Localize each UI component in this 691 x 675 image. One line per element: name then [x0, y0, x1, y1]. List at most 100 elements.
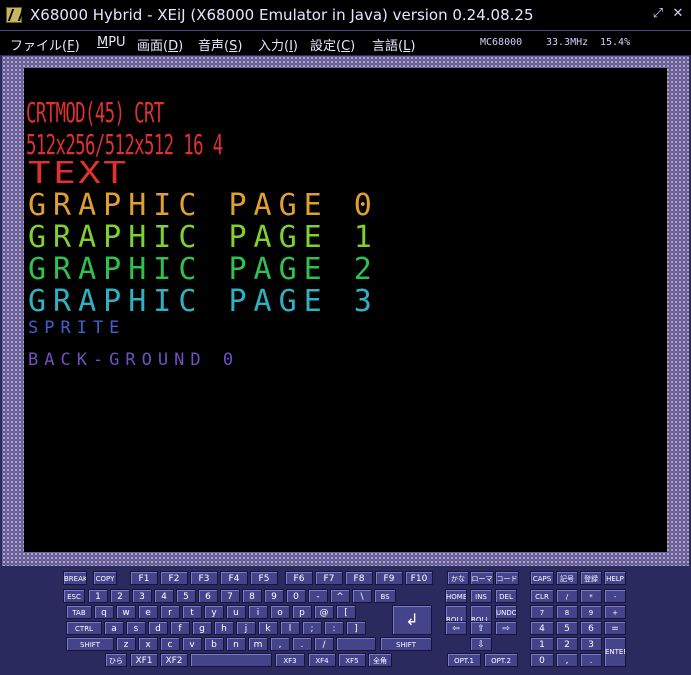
- key-break[interactable]: BREAK: [63, 571, 87, 585]
- key-f1[interactable]: F1: [130, 571, 158, 585]
- key-6[interactable]: 6: [198, 589, 218, 603]
- key-2[interactable]: 2: [556, 637, 578, 651]
- key-f9[interactable]: F9: [375, 571, 403, 585]
- key-symbol[interactable]: [: [336, 605, 356, 619]
- key-q[interactable]: q: [94, 605, 114, 619]
- key-clr[interactable]: CLR: [530, 589, 554, 603]
- emulator-screen[interactable]: CRTMOD(45) CRT 512x256/512x512 16 4 TEXT…: [24, 68, 667, 552]
- key-symbol[interactable]: かな: [447, 571, 469, 585]
- key-symbol[interactable]: ⇦: [445, 621, 467, 635]
- key-9[interactable]: 9: [264, 589, 284, 603]
- menu-input[interactable]: 入力(I): [258, 35, 298, 54]
- key-symbol[interactable]: \: [352, 589, 372, 603]
- key-s[interactable]: s: [126, 621, 146, 635]
- close-icon[interactable]: ✕: [670, 6, 686, 22]
- key-symbol[interactable]: /: [314, 637, 334, 651]
- key-symbol[interactable]: ローマ: [470, 571, 494, 585]
- key-j[interactable]: j: [236, 621, 256, 635]
- key-xf4[interactable]: XF4: [308, 653, 336, 667]
- key-symbol[interactable]: 記号: [556, 571, 578, 585]
- key-1[interactable]: 1: [88, 589, 108, 603]
- key-shift[interactable]: SHIFT: [380, 637, 432, 651]
- key-symbol[interactable]: .: [580, 653, 602, 667]
- restore-icon[interactable]: ⤢: [650, 6, 666, 22]
- key-y[interactable]: y: [204, 605, 224, 619]
- key-symbol[interactable]: *: [580, 589, 602, 603]
- key-g[interactable]: g: [192, 621, 212, 635]
- key-symbol[interactable]: :: [324, 621, 344, 635]
- key-i[interactable]: i: [248, 605, 268, 619]
- key-w[interactable]: w: [116, 605, 136, 619]
- app-icon[interactable]: [6, 7, 22, 23]
- key-f[interactable]: f: [170, 621, 190, 635]
- key-o[interactable]: o: [270, 605, 290, 619]
- key-f4[interactable]: F4: [220, 571, 248, 585]
- key-symbol[interactable]: コード: [495, 571, 519, 585]
- key-0[interactable]: 0: [530, 653, 554, 667]
- key-xf3[interactable]: XF3: [275, 653, 305, 667]
- key-home[interactable]: HOME: [445, 589, 467, 603]
- key-f3[interactable]: F3: [190, 571, 218, 585]
- key-symbol[interactable]: ,: [270, 637, 290, 651]
- key-p[interactable]: p: [292, 605, 312, 619]
- key-shift[interactable]: SHIFT: [66, 637, 114, 651]
- key-ctrl[interactable]: CTRL: [66, 621, 102, 635]
- key-f8[interactable]: F8: [345, 571, 373, 585]
- key-del[interactable]: DEL: [495, 589, 517, 603]
- key-symbol[interactable]: +: [604, 605, 626, 619]
- key-4[interactable]: 4: [530, 621, 554, 635]
- key-help[interactable]: HELP: [604, 571, 626, 585]
- key-symbol[interactable]: ⇨: [495, 621, 517, 635]
- key-esc[interactable]: ESC: [63, 589, 85, 603]
- key-undo[interactable]: UNDO: [495, 605, 517, 619]
- key-symbol[interactable]: 登録: [580, 571, 602, 585]
- key-2[interactable]: 2: [110, 589, 130, 603]
- key-1[interactable]: 1: [530, 637, 554, 651]
- key-symbol[interactable]: ]: [346, 621, 366, 635]
- key-ins[interactable]: INS: [470, 589, 492, 603]
- key-k[interactable]: k: [258, 621, 278, 635]
- key-bs[interactable]: BS: [374, 589, 396, 603]
- menu-settings[interactable]: 設定(C): [310, 35, 355, 54]
- key-8[interactable]: 8: [556, 605, 578, 619]
- key-9[interactable]: 9: [580, 605, 602, 619]
- key-symbol[interactable]: ⇩: [470, 637, 492, 651]
- key-n[interactable]: n: [226, 637, 246, 651]
- key-7[interactable]: 7: [220, 589, 240, 603]
- key-symbol[interactable]: 全角: [368, 653, 392, 667]
- key-tab[interactable]: TAB: [66, 605, 92, 619]
- key-symbol[interactable]: ひら: [105, 653, 127, 667]
- key-v[interactable]: v: [182, 637, 202, 651]
- key-symbol[interactable]: ;: [302, 621, 322, 635]
- key-space[interactable]: [336, 637, 376, 651]
- key-t[interactable]: t: [182, 605, 202, 619]
- key-7[interactable]: 7: [530, 605, 554, 619]
- key-5[interactable]: 5: [176, 589, 196, 603]
- key-symbol[interactable]: @: [314, 605, 334, 619]
- key-d[interactable]: d: [148, 621, 168, 635]
- key-b[interactable]: b: [204, 637, 224, 651]
- key-enter[interactable]: ENTER: [604, 637, 626, 667]
- key-return[interactable]: ↲: [392, 605, 432, 635]
- key-symbol[interactable]: ,: [556, 653, 578, 667]
- key-f6[interactable]: F6: [285, 571, 313, 585]
- key-symbol[interactable]: ^: [330, 589, 350, 603]
- key-symbol[interactable]: .: [292, 637, 312, 651]
- key-5[interactable]: 5: [556, 621, 578, 635]
- key-xf1[interactable]: XF1: [130, 653, 158, 667]
- key-3[interactable]: 3: [132, 589, 152, 603]
- key-h[interactable]: h: [214, 621, 234, 635]
- key-f7[interactable]: F7: [315, 571, 343, 585]
- key-symbol[interactable]: =: [604, 621, 626, 635]
- key-4[interactable]: 4: [154, 589, 174, 603]
- key-e[interactable]: e: [138, 605, 158, 619]
- key-xf5[interactable]: XF5: [338, 653, 366, 667]
- key-caps[interactable]: CAPS: [530, 571, 554, 585]
- key-r[interactable]: r: [160, 605, 180, 619]
- key-f10[interactable]: F10: [405, 571, 433, 585]
- key-copy[interactable]: COPY: [93, 571, 117, 585]
- menu-language[interactable]: 言語(L): [372, 35, 415, 54]
- menu-file[interactable]: ファイル(F): [10, 35, 80, 54]
- key-u[interactable]: u: [226, 605, 246, 619]
- menu-sound[interactable]: 音声(S): [198, 35, 242, 54]
